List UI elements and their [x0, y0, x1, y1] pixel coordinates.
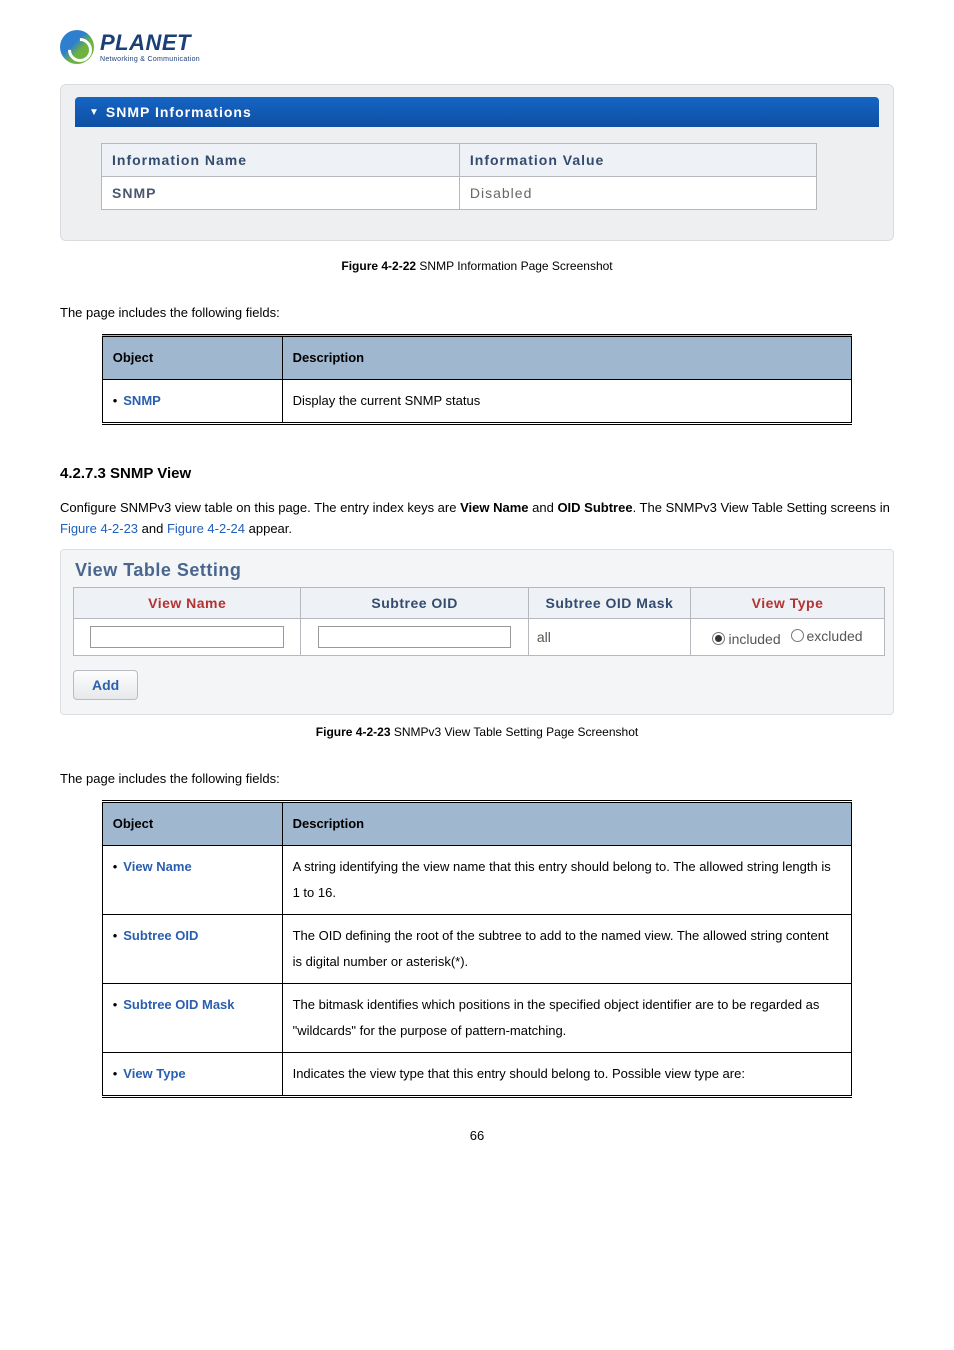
- vts-header-subtreeoidmask: Subtree OID Mask: [528, 588, 690, 619]
- link-figure-4-2-23[interactable]: Figure 4-2-23: [60, 521, 138, 536]
- panel-header[interactable]: ▼ SNMP Informations: [75, 97, 879, 127]
- section-heading: 4.2.7.3 SNMP View: [60, 465, 894, 482]
- view-name-input[interactable]: [90, 626, 284, 648]
- info-row-value: Disabled: [459, 177, 816, 210]
- objtable2-row3-object[interactable]: View Type: [123, 1066, 185, 1081]
- chevron-down-icon: ▼: [89, 107, 100, 118]
- figure-caption-1: Figure 4-2-22 SNMP Information Page Scre…: [60, 259, 894, 273]
- table-row: •SNMP Display the current SNMP status: [102, 379, 852, 423]
- figure-caption-2: Figure 4-2-23 SNMPv3 View Table Setting …: [60, 725, 894, 739]
- intro-text-2: The page includes the following fields:: [60, 769, 894, 790]
- view-table-setting-panel: View Table Setting View Name Subtree OID…: [60, 549, 894, 715]
- logo-block: PLANET Networking & Communication: [60, 30, 894, 64]
- table-row: •Subtree OID The OID defining the root o…: [102, 915, 852, 984]
- table-row: SNMP Disabled: [102, 177, 817, 210]
- subtree-oid-mask-cell: all: [528, 619, 690, 656]
- objtable1-header-object: Object: [102, 335, 282, 379]
- section-paragraph: Configure SNMPv3 view table on this page…: [60, 498, 894, 540]
- view-type-included-radio[interactable]: included: [712, 631, 780, 647]
- objtable1-row0-object: SNMP: [123, 393, 161, 408]
- vts-header-viewtype: View Type: [691, 588, 885, 619]
- info-row-name: SNMP: [102, 177, 460, 210]
- logo-brand: PLANET: [100, 32, 200, 54]
- objtable2-header-desc: Description: [282, 802, 852, 846]
- objtable2-row0-object[interactable]: View Name: [123, 859, 191, 874]
- objtable1-header-desc: Description: [282, 335, 852, 379]
- figure-label-1: Figure 4-2-22: [341, 259, 416, 273]
- object-table-1: Object Description •SNMP Display the cur…: [102, 334, 853, 425]
- figure-text-2: SNMPv3 View Table Setting Page Screensho…: [391, 725, 639, 739]
- table-row: •Subtree OID Mask The bitmask identifies…: [102, 984, 852, 1053]
- link-figure-4-2-24[interactable]: Figure 4-2-24: [167, 521, 245, 536]
- objtable2-row3-desc: Indicates the view type that this entry …: [282, 1053, 852, 1097]
- radio-checked-icon: [712, 632, 725, 645]
- objtable2-row0-desc: A string identifying the view name that …: [282, 846, 852, 915]
- figure-text-1: SNMP Information Page Screenshot: [416, 259, 613, 273]
- snmp-informations-panel: ▼ SNMP Informations Information Name Inf…: [60, 84, 894, 241]
- objtable2-row1-desc: The OID defining the root of the subtree…: [282, 915, 852, 984]
- vts-header-viewname: View Name: [74, 588, 301, 619]
- objtable2-row2-object[interactable]: Subtree OID Mask: [123, 997, 234, 1012]
- radio-unchecked-icon: [791, 629, 804, 642]
- snmp-info-table: Information Name Information Value SNMP …: [101, 143, 817, 210]
- vts-title: View Table Setting: [75, 560, 885, 581]
- objtable2-header-object: Object: [102, 802, 282, 846]
- vts-table: View Name Subtree OID Subtree OID Mask V…: [73, 587, 885, 656]
- page-number: 66: [60, 1128, 894, 1143]
- table-row: all included excluded: [74, 619, 885, 656]
- object-table-2: Object Description •View Name A string i…: [102, 800, 853, 1098]
- info-col-value: Information Value: [459, 144, 816, 177]
- table-row: •View Type Indicates the view type that …: [102, 1053, 852, 1097]
- subtree-oid-input[interactable]: [318, 626, 512, 648]
- table-row: •View Name A string identifying the view…: [102, 846, 852, 915]
- add-button[interactable]: Add: [73, 670, 138, 700]
- view-type-excluded-radio[interactable]: excluded: [791, 628, 863, 644]
- objtable2-row1-object[interactable]: Subtree OID: [123, 928, 198, 943]
- logo-tagline: Networking & Communication: [100, 56, 200, 63]
- figure-label-2: Figure 4-2-23: [316, 725, 391, 739]
- intro-text-1: The page includes the following fields:: [60, 303, 894, 324]
- vts-header-subtreeoid: Subtree OID: [301, 588, 528, 619]
- objtable1-row0-desc: Display the current SNMP status: [282, 379, 852, 423]
- logo-icon: [60, 30, 94, 64]
- info-col-name: Information Name: [102, 144, 460, 177]
- panel-title: SNMP Informations: [106, 104, 252, 120]
- objtable2-row2-desc: The bitmask identifies which positions i…: [282, 984, 852, 1053]
